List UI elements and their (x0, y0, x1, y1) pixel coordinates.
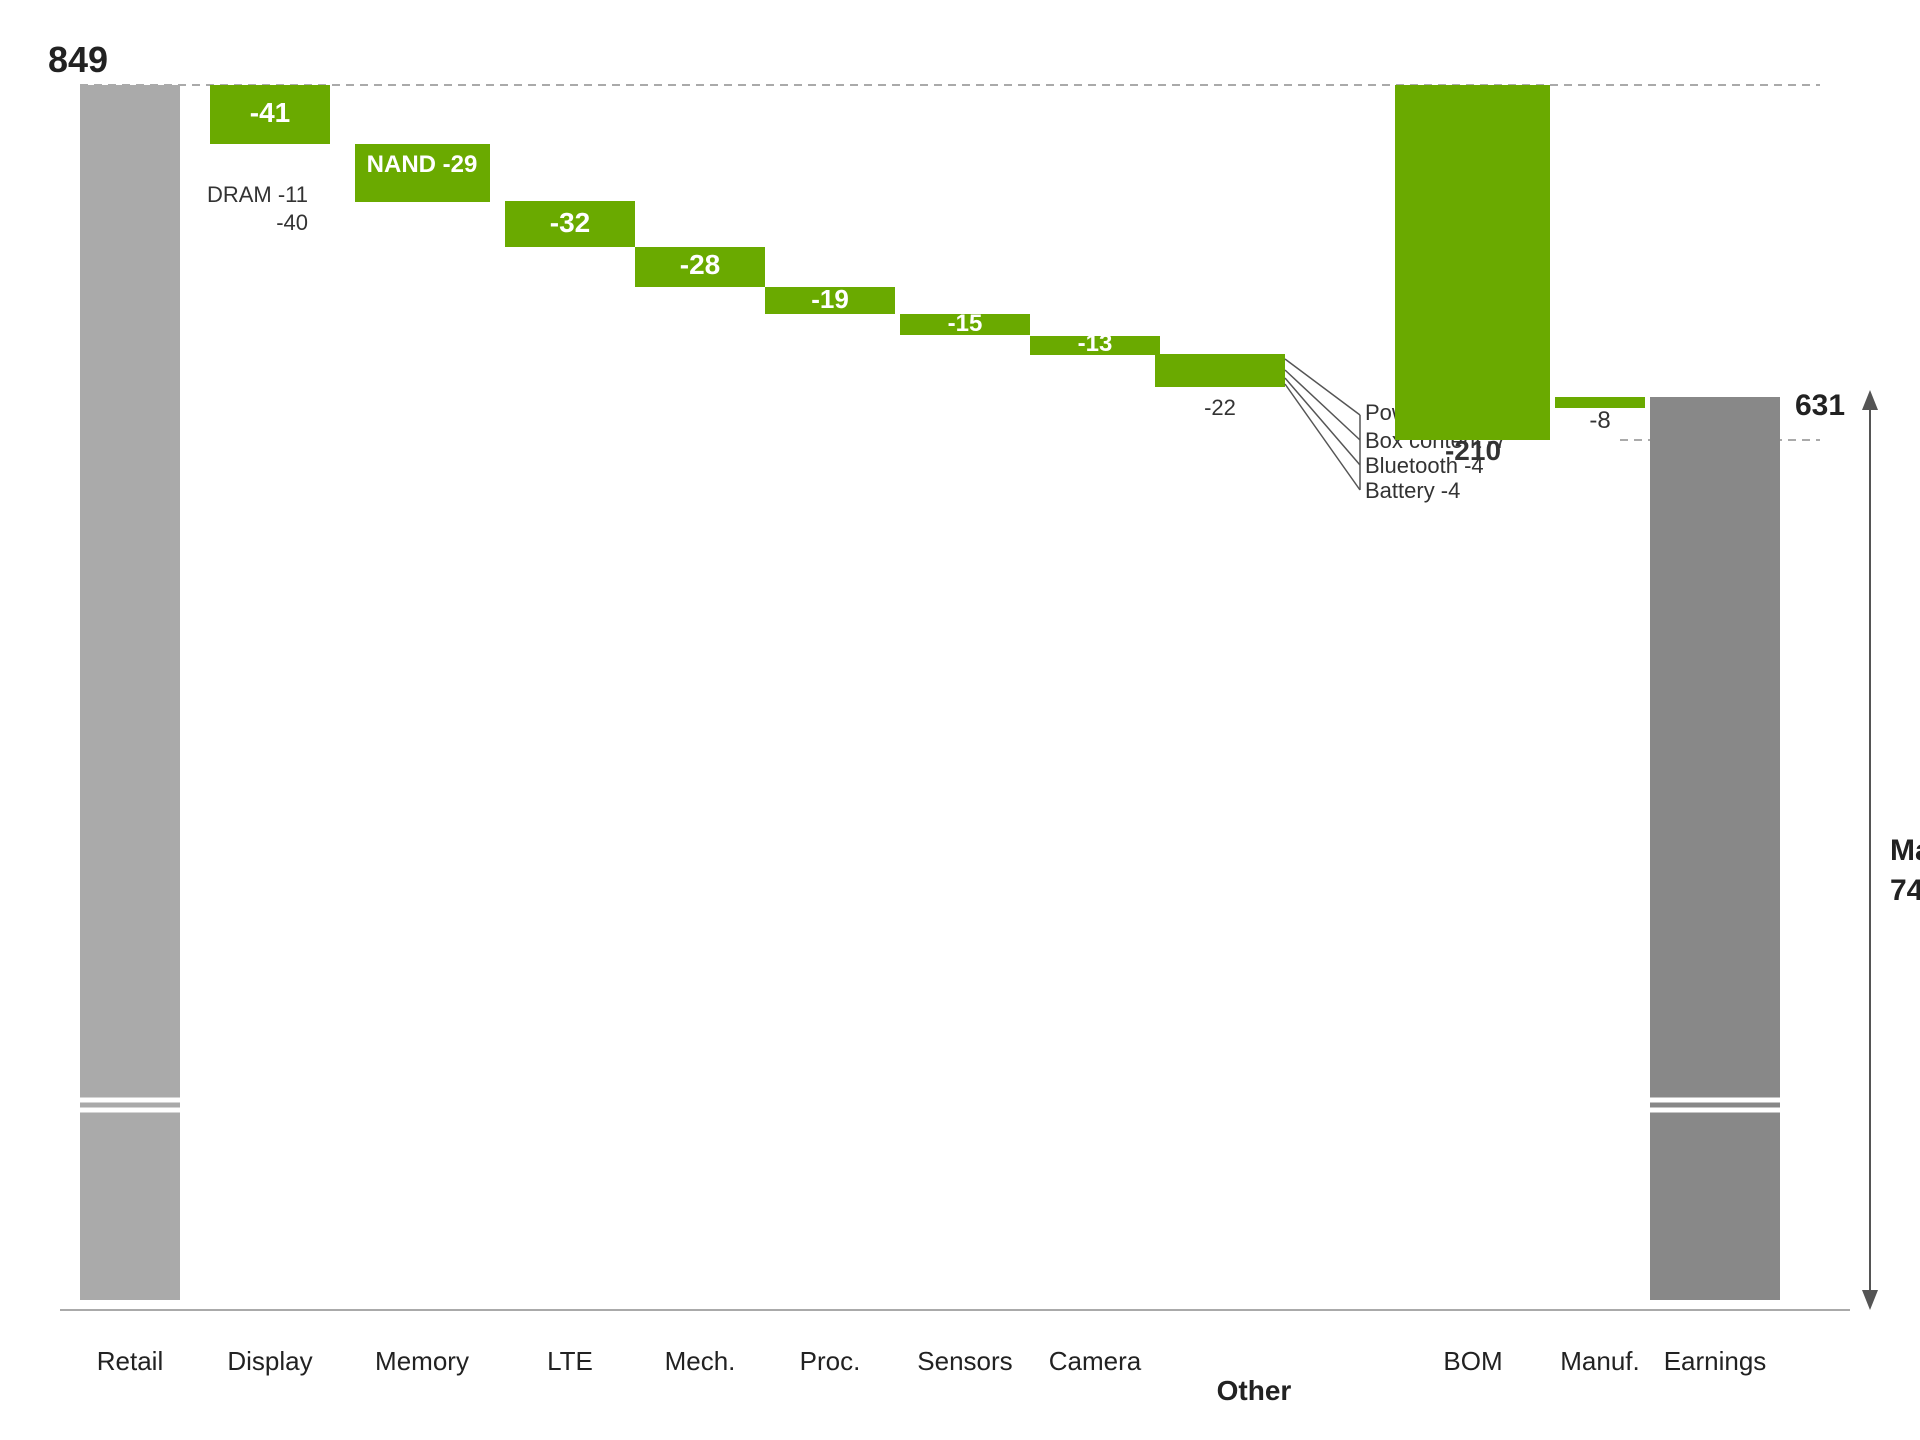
svg-text:-8: -8 (1589, 407, 1610, 434)
x-label-display: Display (227, 1346, 312, 1376)
x-label-camera: Camera (1049, 1346, 1142, 1376)
svg-text:-32: -32 (550, 207, 590, 238)
other-bar-bt (1155, 375, 1285, 381)
svg-text:-13: -13 (1078, 330, 1113, 357)
svg-text:-15: -15 (948, 310, 983, 337)
other-bar-battery (1155, 381, 1285, 387)
earnings-bar (1650, 397, 1780, 1300)
bom-bar (1395, 85, 1550, 440)
x-label-sensors: Sensors (917, 1346, 1012, 1376)
x-label-memory: Memory (375, 1346, 469, 1376)
svg-text:-28: -28 (680, 249, 720, 280)
x-label-retail: Retail (97, 1346, 163, 1376)
memory-dram-bar (355, 186, 490, 202)
other-bar-box (1155, 365, 1285, 375)
svg-text:-40: -40 (276, 210, 308, 235)
chart-container: -41 NAND -29 DRAM -11 -40 -32 -28 -19 -1… (0, 0, 1920, 1440)
svg-text:-22: -22 (1204, 395, 1236, 420)
margin-pct-label: 74% (1890, 874, 1920, 907)
svg-text:-41: -41 (250, 97, 290, 128)
svg-text:-210: -210 (1445, 435, 1501, 466)
svg-text:NAND -29: NAND -29 (367, 151, 478, 178)
earnings-value-label: 631 (1795, 389, 1845, 422)
other-bar-power (1155, 354, 1285, 365)
x-label-manuf: Manuf. (1560, 1346, 1640, 1376)
x-label-other: Other (1217, 1375, 1292, 1406)
x-label-bom: BOM (1443, 1346, 1502, 1376)
waterfall-chart: -41 NAND -29 DRAM -11 -40 -32 -28 -19 -1… (0, 0, 1920, 1440)
svg-text:Battery -4: Battery -4 (1365, 478, 1460, 503)
x-label-mech: Mech. (665, 1346, 736, 1376)
retail-bar (80, 85, 180, 1300)
svg-text:-19: -19 (811, 284, 849, 314)
svg-text:DRAM -11: DRAM -11 (207, 182, 308, 207)
x-label-earnings: Earnings (1664, 1346, 1767, 1376)
x-label-lte: LTE (547, 1346, 593, 1376)
x-label-proc: Proc. (800, 1346, 861, 1376)
top-value-label: 849 (48, 39, 108, 80)
margin-label: Margin (1890, 834, 1920, 867)
